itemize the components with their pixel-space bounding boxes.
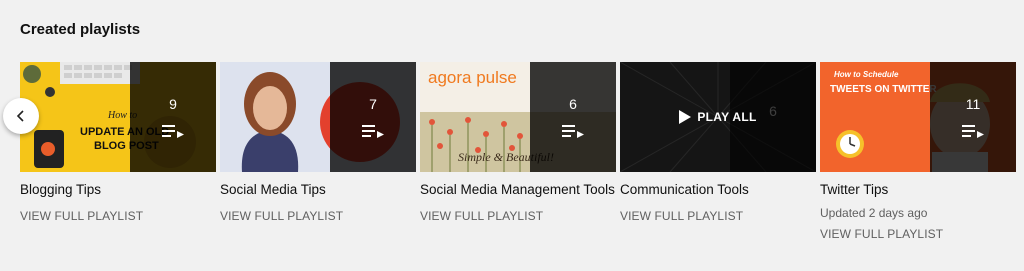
chevron-left-icon [16, 110, 24, 122]
playlist-count-overlay: 6 [530, 62, 616, 172]
playlist-count-overlay: 7 [330, 62, 416, 172]
playlist-queue-icon [562, 125, 584, 138]
view-full-playlist-link[interactable]: VIEW FULL PLAYLIST [420, 209, 616, 223]
view-full-playlist-link[interactable]: VIEW FULL PLAYLIST [820, 227, 1016, 241]
updated-timestamp: Updated 2 days ago [820, 206, 928, 220]
playlist-card-twitter-tips[interactable]: How to Schedule TWEETS ON TWITTER 11 Twi… [820, 62, 1016, 241]
playlist-queue-icon [362, 125, 384, 138]
play-all-button[interactable]: PLAY ALL [620, 62, 816, 172]
playlist-thumbnail[interactable]: 7 [220, 62, 416, 172]
carousel-prev-button[interactable] [3, 98, 39, 134]
playlist-count-overlay: 9 [130, 62, 216, 172]
thumbnail-caption: TWEETS ON TWITTER [830, 84, 937, 95]
playlist-queue-icon [962, 125, 984, 138]
playlist-title[interactable]: Twitter Tips [820, 182, 1016, 197]
playlist-card-communication-tools[interactable]: 6 PLAY ALL Communication Tools VIEW FULL… [620, 62, 816, 223]
video-count: 7 [369, 96, 377, 112]
playlist-card-social-media-management-tools[interactable]: agora pulse Simple & Beautiful! 6 Social… [420, 62, 616, 223]
video-count: 9 [169, 96, 177, 112]
view-full-playlist-link[interactable]: VIEW FULL PLAYLIST [220, 209, 416, 223]
section-title: Created playlists [20, 21, 141, 38]
playlist-thumbnail[interactable]: How to UPDATE AN OLD BLOG POST 9 [20, 62, 216, 172]
video-count: 11 [965, 96, 981, 112]
playlist-thumbnail[interactable]: agora pulse Simple & Beautiful! 6 [420, 62, 616, 172]
play-all-label: PLAY ALL [697, 110, 757, 124]
play-icon [679, 110, 692, 124]
thumbnail-caption: How to Schedule [834, 70, 899, 79]
view-full-playlist-link[interactable]: VIEW FULL PLAYLIST [20, 209, 216, 223]
playlist-card-social-media-tips[interactable]: 7 Social Media Tips VIEW FULL PLAYLIST [220, 62, 416, 223]
playlist-title[interactable]: Blogging Tips [20, 182, 216, 197]
view-full-playlist-link[interactable]: VIEW FULL PLAYLIST [620, 209, 816, 223]
playlist-thumbnail[interactable]: 6 PLAY ALL [620, 62, 816, 172]
playlist-count-overlay: 11 [930, 62, 1016, 172]
playlist-queue-icon [162, 125, 184, 138]
playlist-thumbnail[interactable]: How to Schedule TWEETS ON TWITTER 11 [820, 62, 1016, 172]
thumbnail-caption: agora pulse [428, 68, 517, 87]
video-count: 6 [569, 96, 577, 112]
playlist-shelf: How to UPDATE AN OLD BLOG POST 9 Bloggin… [20, 62, 1016, 262]
playlist-card-blogging-tips[interactable]: How to UPDATE AN OLD BLOG POST 9 Bloggin… [20, 62, 216, 223]
playlist-title[interactable]: Social Media Management Tools [420, 182, 616, 197]
playlist-title[interactable]: Social Media Tips [220, 182, 416, 197]
playlist-title[interactable]: Communication Tools [620, 182, 816, 197]
